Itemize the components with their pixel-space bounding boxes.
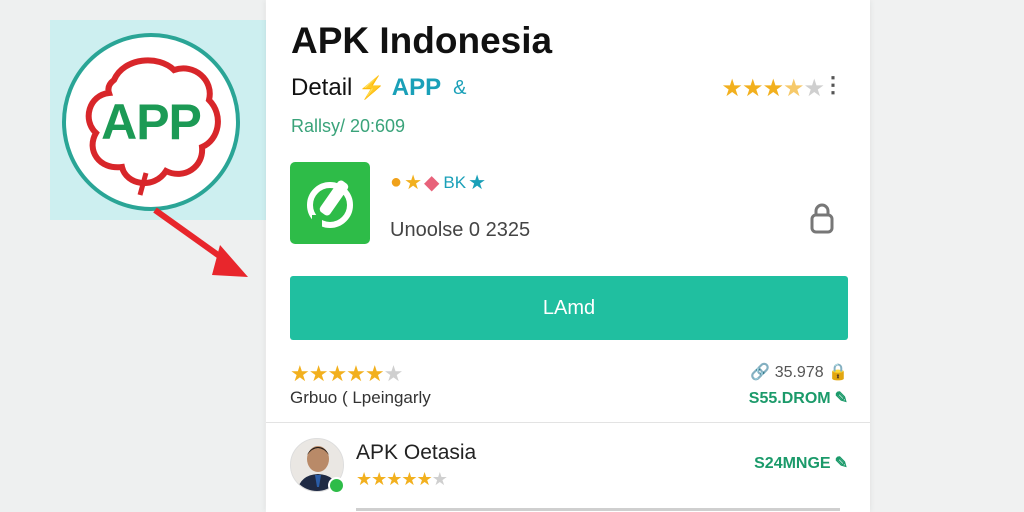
rating-text: Rallsy/ 20:609: [291, 116, 406, 136]
developer-price-value: S24MNGE: [754, 455, 831, 472]
verified-badge: [328, 477, 345, 494]
price[interactable]: S55.DROM ✎: [749, 388, 848, 408]
bottom-bar: [356, 508, 840, 511]
edit-icon: ✎: [834, 455, 848, 472]
install-button[interactable]: LAmd: [290, 276, 848, 340]
badge-icon: ●: [390, 171, 403, 193]
detail-row: Detail ⚡ APP &: [291, 74, 466, 102]
detail-label: Detail: [291, 74, 353, 101]
top-rating-stars: ★★★★★: [721, 75, 825, 102]
download-stat: 🔗 35.978 🔒: [750, 362, 848, 382]
star-outline-icon: ★: [468, 172, 487, 194]
rating-stars: ★★★★★★: [290, 361, 403, 386]
red-arrow-icon: [153, 207, 248, 277]
price-value: S55.DROM: [748, 390, 831, 407]
wrench-icon: [307, 180, 353, 228]
app-tag: APP: [391, 74, 442, 101]
meta-bk: BK: [443, 172, 467, 192]
category-text: Grbuo ( Lpeingarly: [290, 388, 431, 407]
stat-value: 35.978: [774, 364, 824, 381]
update-text: Unoolse 0 2325: [390, 219, 531, 241]
lightning-icon: ⚡: [358, 75, 386, 100]
page-title: APK Indonesia: [291, 20, 553, 61]
right-background: [869, 0, 1024, 512]
tag-icon: ◆: [424, 172, 440, 194]
ampersand-icon: &: [453, 76, 467, 99]
app-logo: APP: [62, 33, 240, 211]
link-icon: 🔗: [750, 364, 771, 381]
meta-icons: ● ★ ◆ BK ★: [390, 170, 486, 195]
lock-small-icon: 🔒: [828, 364, 848, 381]
developer-stars: ★★★★★★: [356, 469, 448, 489]
app-icon: [290, 162, 370, 244]
developer-price[interactable]: S24MNGE ✎: [754, 453, 848, 473]
divider: [266, 422, 870, 423]
logo-text: APP: [101, 94, 202, 150]
app-detail-card: APK Indonesia Detail ⚡ APP & ★★★★★ ⋮ Ral…: [266, 0, 870, 512]
lock-icon[interactable]: [806, 203, 838, 237]
edit-icon: ✎: [834, 390, 848, 407]
developer-name[interactable]: APK Oetasia: [356, 441, 476, 465]
star-icon: ★: [404, 172, 423, 194]
more-options-icon[interactable]: ⋮: [822, 72, 844, 98]
